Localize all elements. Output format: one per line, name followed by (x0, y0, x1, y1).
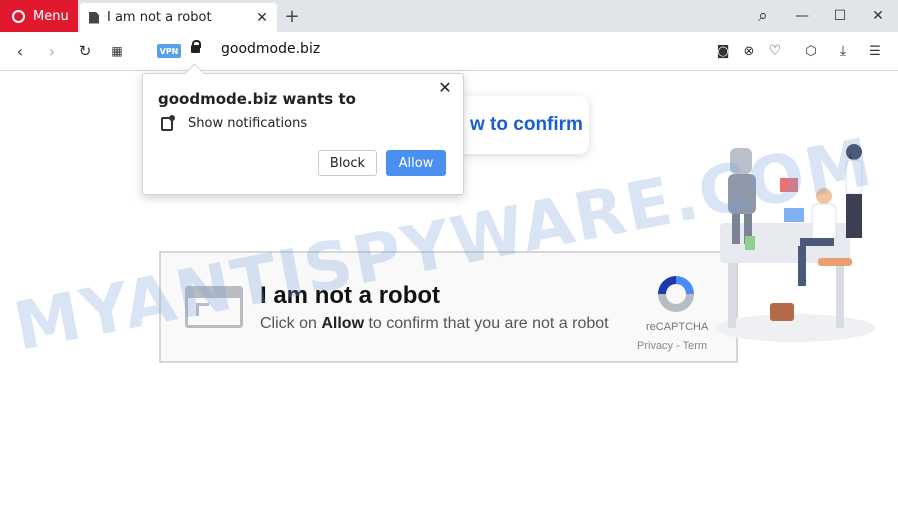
maximize-button[interactable]: ☐ (829, 6, 851, 26)
camera-icon[interactable]: ◙ (714, 42, 732, 60)
vpn-badge[interactable]: VPN (157, 44, 181, 58)
permission-label: Show notifications (188, 116, 308, 131)
cube-icon[interactable]: ⬡ (802, 42, 820, 60)
download-icon[interactable]: ⤓ (834, 42, 852, 60)
tab-active[interactable]: I am not a robot ✕ (80, 3, 277, 32)
heart-icon[interactable]: ♡ (766, 42, 784, 60)
lock-icon[interactable] (191, 40, 201, 53)
window-close-button[interactable]: ✕ (867, 6, 889, 26)
url-field[interactable]: goodmode.biz (221, 41, 320, 57)
minimize-button[interactable]: — (791, 6, 813, 26)
forward-icon[interactable]: › (41, 40, 63, 62)
back-icon[interactable]: ‹ (9, 40, 31, 62)
confirm-partial: w to confirm (470, 114, 583, 135)
allow-button[interactable]: Allow (386, 150, 446, 176)
reload-icon[interactable]: ↻ (74, 40, 96, 62)
recaptcha-links[interactable]: Privacy - Term (637, 340, 707, 352)
adblock-icon[interactable]: ⊗ (740, 42, 758, 60)
notification-icon (161, 115, 175, 131)
popup-close-icon[interactable]: ✕ (437, 78, 453, 97)
tab-title: I am not a robot (107, 10, 212, 25)
menu-button[interactable]: Menu (0, 0, 78, 32)
address-bar (0, 32, 898, 71)
recaptcha-logo-icon (658, 276, 694, 312)
search-tabs-icon[interactable]: ⌕ (752, 6, 774, 26)
new-tab-button[interactable]: + (282, 3, 302, 29)
confirm-banner-text: w to confirm (470, 114, 583, 136)
captcha-subtitle: Click on Allow to confirm that you are n… (260, 315, 609, 332)
opera-logo-icon (12, 9, 25, 23)
block-button[interactable]: Block (318, 150, 377, 176)
document-icon (89, 11, 99, 24)
recaptcha-label: reCAPTCHA (646, 321, 709, 333)
speed-dial-icon[interactable]: ▦ (106, 40, 128, 62)
tab-close-icon[interactable]: ✕ (253, 10, 271, 26)
settings-sliders-icon[interactable]: ☰ (866, 42, 884, 60)
menu-label: Menu (33, 8, 69, 24)
popup-title: goodmode.biz wants to (158, 90, 356, 108)
